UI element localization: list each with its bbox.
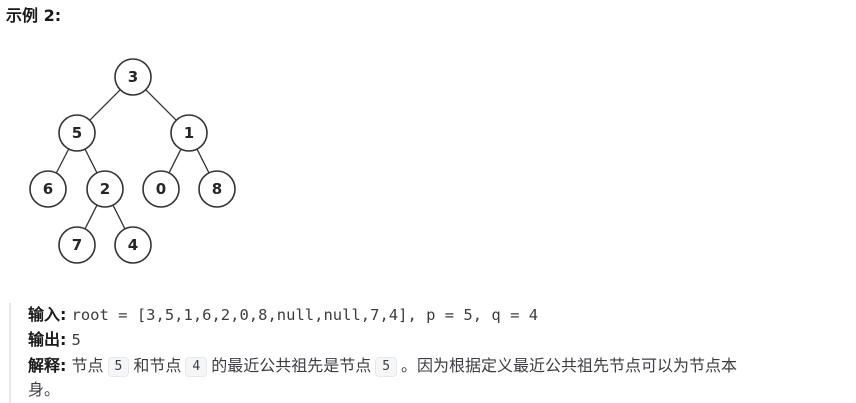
tree-edge-n3-n5 — [89, 89, 121, 121]
tree-node-7: 7 — [58, 226, 96, 264]
inline-code-answer: 5 — [375, 357, 398, 377]
tree-node-label: 7 — [72, 236, 82, 254]
tree-edge-n2-n4 — [112, 204, 126, 230]
inline-code-q: 4 — [185, 357, 208, 377]
inline-code-p: 5 — [107, 357, 130, 377]
output-value: 5 — [71, 331, 81, 349]
output-row: 输出: 5 — [28, 328, 81, 352]
explanation-row: 解释: 节点 5 和节点 4 的最近公共祖先是节点 5 。因为根据定义最近公共祖先节点可以为… — [28, 354, 737, 378]
tree-node-3: 3 — [114, 58, 152, 96]
binary-tree-diagram: 3 5 1 6 2 0 8 7 4 — [29, 58, 236, 264]
tree-edge-n3-n1 — [145, 89, 177, 121]
tree-node-label: 5 — [72, 124, 82, 142]
tree-node-1: 1 — [170, 114, 208, 152]
explanation-text-3: 的最近公共祖先是节点 — [211, 356, 372, 375]
tree-edge-n1-n8 — [196, 148, 210, 174]
tree-node-8: 8 — [198, 170, 236, 208]
tree-edges — [55, 89, 210, 230]
tree-node-label: 4 — [128, 236, 138, 254]
tree-node-label: 8 — [212, 180, 222, 198]
input-value: root = [3,5,1,6,2,0,8,null,null,7,4], p … — [71, 306, 539, 324]
explanation-text-1: 节点 — [71, 356, 104, 375]
tree-node-label: 6 — [43, 180, 53, 198]
tree-node-6: 6 — [29, 170, 67, 208]
tree-edge-n2-n7 — [84, 204, 98, 230]
explanation-row-continued: 身。 — [28, 378, 60, 402]
example-block: 输入: root = [3,5,1,6,2,0,8,null,null,7,4]… — [9, 303, 841, 403]
input-label: 输入: — [28, 305, 67, 324]
tree-edge-n5-n2 — [84, 148, 98, 174]
explanation-text-2: 和节点 — [133, 356, 182, 375]
explanation-text-5: 身。 — [28, 380, 61, 399]
tree-node-label: 0 — [156, 180, 166, 198]
explanation-text-4: 。因为根据定义最近公共祖先节点可以为节点本 — [401, 356, 738, 375]
tree-nodes: 3 5 1 6 2 0 8 7 4 — [29, 58, 236, 264]
tree-node-5: 5 — [58, 114, 96, 152]
tree-node-4: 4 — [114, 226, 152, 264]
tree-node-2: 2 — [86, 170, 124, 208]
explanation-label: 解释: — [28, 356, 67, 375]
tree-node-label: 2 — [100, 180, 110, 198]
tree-node-0: 0 — [142, 170, 180, 208]
input-row: 输入: root = [3,5,1,6,2,0,8,null,null,7,4]… — [28, 303, 538, 327]
tree-edge-n5-n6 — [55, 148, 70, 174]
tree-edge-n1-n0 — [168, 148, 182, 174]
tree-node-label: 3 — [128, 68, 138, 86]
output-label: 输出: — [28, 330, 67, 349]
tree-node-label: 1 — [184, 124, 194, 142]
